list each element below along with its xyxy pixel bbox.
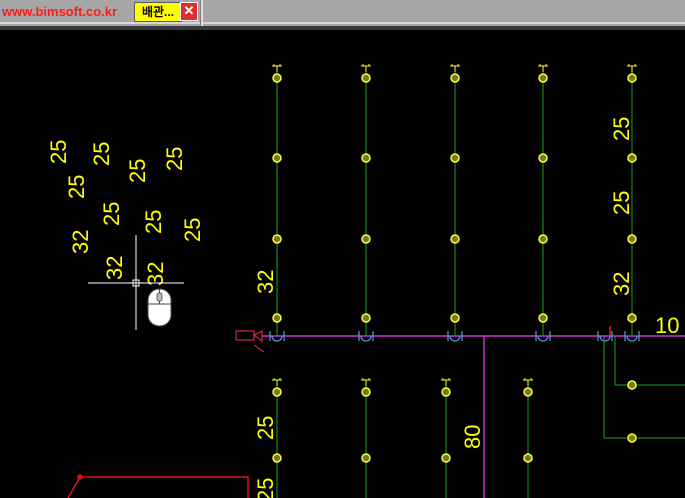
head-marker <box>272 64 282 72</box>
head-marker <box>538 64 548 72</box>
dim-label: 32 <box>68 230 93 254</box>
node <box>450 153 460 163</box>
node <box>272 73 282 83</box>
node <box>523 387 533 397</box>
head-marker <box>450 64 460 72</box>
dim-label: 25 <box>64 175 89 199</box>
cad-drawing-canvas[interactable]: 25 25 25 25 25 25 25 25 32 32 32 25 25 3… <box>0 0 685 498</box>
node <box>450 234 460 244</box>
node <box>627 313 637 323</box>
node <box>627 380 637 390</box>
dim-label: 25 <box>162 147 187 171</box>
pipe-label: 25 <box>253 478 278 498</box>
mouse-icon <box>147 288 172 327</box>
node <box>538 73 548 83</box>
red-boundary <box>67 474 249 498</box>
main-pipe <box>262 335 685 498</box>
node <box>450 313 460 323</box>
head-marker <box>523 378 533 386</box>
pipe-label: 32 <box>609 272 634 296</box>
node <box>441 453 451 463</box>
dim-label: 25 <box>141 210 166 234</box>
node <box>627 433 637 443</box>
node <box>272 453 282 463</box>
dim-label: 32 <box>102 256 127 280</box>
node <box>272 153 282 163</box>
head-marker <box>441 378 451 386</box>
head-marker <box>361 378 371 386</box>
pipe-label: 25 <box>609 191 634 215</box>
dim-label: 25 <box>125 159 150 183</box>
node <box>272 234 282 244</box>
node <box>627 153 637 163</box>
pipe-label: 10 <box>655 313 679 338</box>
lower-branch-pipes <box>276 336 685 498</box>
node <box>523 453 533 463</box>
dim-label: 25 <box>46 140 71 164</box>
node <box>361 387 371 397</box>
node <box>538 153 548 163</box>
pipe-label: 32 <box>253 270 278 294</box>
node <box>441 387 451 397</box>
node <box>361 234 371 244</box>
node <box>450 73 460 83</box>
valve-symbol <box>235 329 265 353</box>
node <box>361 453 371 463</box>
dim-label: 25 <box>180 218 205 242</box>
upper-branch-pipes <box>276 70 633 336</box>
pipe-label: 25 <box>609 117 634 141</box>
node <box>627 73 637 83</box>
dim-label: 32 <box>143 262 168 286</box>
head-marker <box>361 64 371 72</box>
head-marker <box>272 378 282 386</box>
dim-label: 25 <box>99 202 124 226</box>
node <box>361 153 371 163</box>
node <box>272 387 282 397</box>
pipe-label: 80 <box>460 425 485 449</box>
node <box>361 313 371 323</box>
pipe-size-labels: 25 25 32 32 10 25 80 25 <box>253 117 679 498</box>
head-marker <box>627 64 637 72</box>
node <box>538 234 548 244</box>
node <box>627 234 637 244</box>
dim-label: 25 <box>89 142 114 166</box>
node <box>272 313 282 323</box>
node <box>361 73 371 83</box>
node <box>538 313 548 323</box>
floating-dimension-labels: 25 25 25 25 25 25 25 25 32 32 32 <box>46 140 205 286</box>
pipe-label: 25 <box>253 416 278 440</box>
